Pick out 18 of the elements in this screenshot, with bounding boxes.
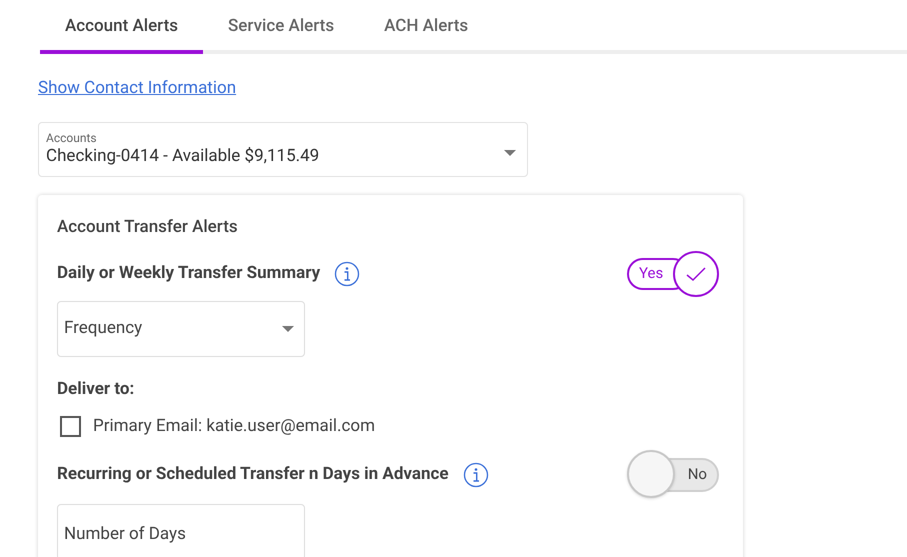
frequency-dropdown[interactable]: Frequency: [57, 300, 305, 356]
show-contact-link[interactable]: Show Contact Information: [38, 78, 236, 98]
caret-icon: [282, 326, 294, 332]
accounts-dropdown[interactable]: Accounts Checking-0414 - Available $9,115.49: [38, 122, 528, 177]
checkbox[interactable]: [60, 416, 81, 438]
tab[interactable]: Service Alerts: [203, 14, 360, 54]
info-icon[interactable]: [334, 260, 360, 286]
caret-icon: [504, 150, 516, 156]
card-title: Account Transfer Alerts: [57, 216, 239, 239]
tab[interactable]: ACH Alerts: [359, 14, 494, 54]
number-of-days-field[interactable]: Number of Days: [57, 504, 305, 557]
tab[interactable]: Account Alerts: [40, 14, 204, 54]
deliver-to-label: Deliver to:: [57, 378, 136, 400]
alert-title: Recurring or Scheduled Transfer n Days in Advance: [57, 462, 449, 486]
alert-title: Daily or Weekly Transfer Summary: [57, 262, 320, 285]
info-icon[interactable]: [462, 462, 489, 488]
email-option: Primary Email: katie.user@email.com: [93, 414, 376, 440]
check-icon: [685, 266, 707, 282]
